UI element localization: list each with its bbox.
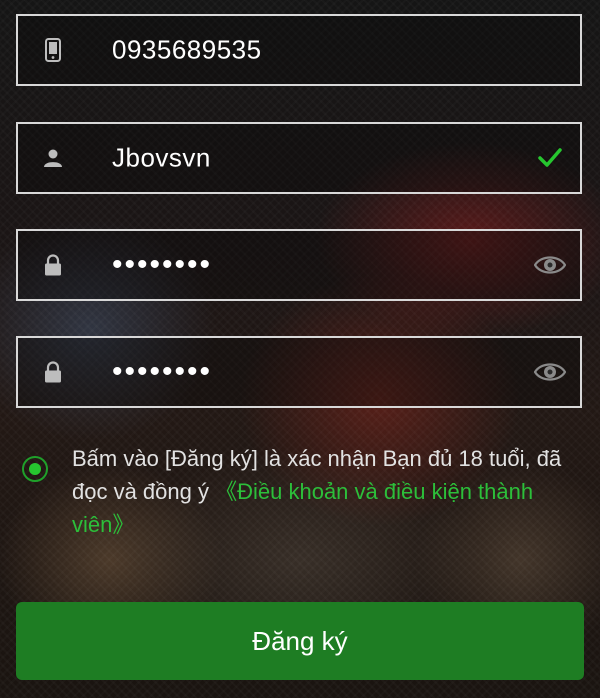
phone-field[interactable]: 0935689535 [16,14,582,86]
register-button[interactable]: Đăng ký [16,602,584,680]
username-value: Jbovsvn [112,142,211,173]
agreement-text: Bấm vào [Đăng ký] là xác nhận Bạn đủ 18 … [72,442,582,541]
phone-value: 0935689535 [112,34,262,65]
phone-icon [42,37,64,63]
radio-checked-dot [29,463,41,475]
eye-icon[interactable] [534,254,566,276]
confirm-password-value: •••••••• [112,355,213,388]
password-field[interactable]: •••••••• [16,229,582,301]
agreement-radio[interactable] [22,456,48,482]
lock-icon [42,359,64,385]
user-icon [42,145,64,171]
password-value: •••••••• [112,248,213,281]
eye-icon[interactable] [534,361,566,383]
lock-icon [42,252,64,278]
username-field[interactable]: Jbovsvn [16,122,582,194]
check-icon [534,147,566,169]
confirm-password-field[interactable]: •••••••• [16,336,582,408]
